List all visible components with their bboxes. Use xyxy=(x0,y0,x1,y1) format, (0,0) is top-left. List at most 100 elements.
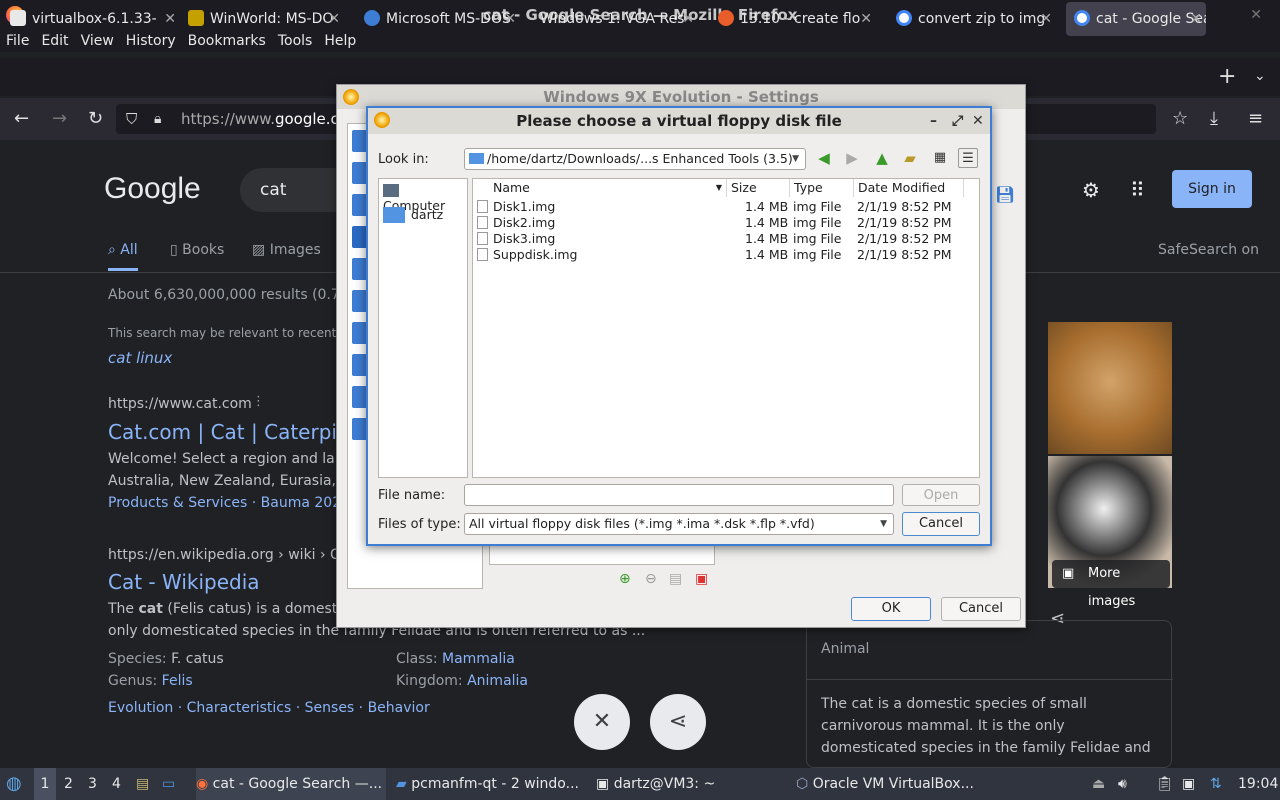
share-circle-button[interactable]: ⋖ xyxy=(650,694,706,750)
new-folder-icon[interactable]: ▰ xyxy=(900,148,920,168)
close-tab-icon[interactable]: ✕ xyxy=(328,2,340,36)
tab-microsoft-msdos[interactable]: Microsoft MS-DOS ✕ xyxy=(364,2,520,36)
close-icon[interactable]: ✕ xyxy=(972,108,984,134)
google-logo[interactable]: Google xyxy=(104,172,201,206)
more-options-icon[interactable]: ⋮ xyxy=(252,394,265,409)
parent-directory-icon[interactable]: ▲ xyxy=(872,148,892,168)
file-row[interactable]: Disk2.img 1.4 MB img File 2/1/19 8:52 PM xyxy=(473,215,979,231)
files-of-type-combo[interactable]: All virtual floppy disk files (*.img *.i… xyxy=(464,513,894,535)
close-tab-icon[interactable]: ✕ xyxy=(504,2,516,36)
fact-link[interactable]: Felis xyxy=(162,673,193,689)
close-window-icon[interactable]: ✕ xyxy=(1250,0,1262,30)
ok-button[interactable]: OK xyxy=(851,597,931,621)
place-home[interactable]: dartz xyxy=(383,207,443,223)
result2-sitelinks[interactable]: Evolution · Characteristics · Senses · B… xyxy=(108,700,430,716)
file-name-input[interactable] xyxy=(464,484,894,506)
knowledge-panel: Animal The cat is a domestic species of … xyxy=(806,620,1173,768)
bookmark-star-icon[interactable]: ☆ xyxy=(1172,108,1188,129)
reload-icon[interactable]: ↻ xyxy=(88,108,103,129)
result1-url[interactable]: https://www.cat.com xyxy=(108,396,252,412)
result1-sitelinks[interactable]: Products & Services · Bauma 202 xyxy=(108,495,341,511)
new-tab-button[interactable]: + xyxy=(1218,64,1236,89)
add-attachment-icon[interactable]: ⊕ xyxy=(619,571,631,587)
detail-view-icon[interactable]: ☰ xyxy=(958,148,978,168)
task-virtualbox[interactable]: ⬡ Oracle VM VirtualBox... xyxy=(796,768,996,800)
apps-grid-icon[interactable]: ⠿ xyxy=(1130,178,1145,202)
cancel-button[interactable]: Cancel xyxy=(941,597,1021,621)
task-terminal[interactable]: ▣ dartz@VM3: ~ xyxy=(596,768,786,800)
workspace-4[interactable]: 4 xyxy=(112,768,121,800)
sign-in-button[interactable]: Sign in xyxy=(1172,170,1252,208)
file-row[interactable]: Suppdisk.img 1.4 MB img File 2/1/19 8:52 PM xyxy=(473,247,979,263)
hamburger-menu-icon[interactable]: ≡ xyxy=(1248,108,1263,129)
forward-arrow-icon[interactable]: → xyxy=(52,108,67,129)
task-pcmanfm[interactable]: ▰ pcmanfm-qt - 2 windo... xyxy=(396,768,586,800)
workspace-3[interactable]: 3 xyxy=(88,768,97,800)
controller-icon[interactable]: ▤ xyxy=(669,571,682,587)
tab-virtualbox[interactable]: virtualbox-6.1.33- ✕ xyxy=(10,2,180,36)
back-arrow-icon[interactable]: ← xyxy=(14,108,29,129)
tab-windows1-vga[interactable]: Windows 1: VGA Res ✕ xyxy=(540,2,698,36)
remove-attachment-icon[interactable]: ⊖ xyxy=(645,571,657,587)
settings-gear-icon[interactable]: ⚙ xyxy=(1082,178,1100,202)
column-name[interactable]: Name ▼ xyxy=(473,179,727,197)
tab-create-floppy[interactable]: 13.10 - create flo ✕ xyxy=(718,2,876,36)
clock[interactable]: 19:04 xyxy=(1238,768,1278,800)
fact-link[interactable]: Animalia xyxy=(467,673,528,689)
start-menu-icon[interactable]: ◍ xyxy=(6,768,22,800)
close-tab-icon[interactable]: ✕ xyxy=(682,2,694,36)
tab-images[interactable]: ▨ Images xyxy=(252,242,321,258)
column-date-modified[interactable]: Date Modified xyxy=(854,179,964,197)
open-button[interactable]: Open xyxy=(902,484,980,506)
more-images-button[interactable]: ▣ More images xyxy=(1052,560,1170,609)
close-tab-icon[interactable]: ✕ xyxy=(164,2,176,36)
eject-icon[interactable]: ⏏ xyxy=(1092,768,1105,800)
network-icon[interactable]: ▣ xyxy=(1182,768,1195,800)
result2-url[interactable]: https://en.wikipedia.org › wiki › Ca xyxy=(108,547,348,563)
look-in-combo[interactable]: /home/dartz/Downloads/...s Enhanced Tool… xyxy=(464,148,806,170)
cat-image-1[interactable] xyxy=(1048,322,1172,454)
cancel-button[interactable]: Cancel xyxy=(902,512,980,536)
forward-icon[interactable]: ▶ xyxy=(842,148,862,168)
file-row[interactable]: Disk3.img 1.4 MB img File 2/1/19 8:52 PM xyxy=(473,231,979,247)
workspace-1[interactable]: 1 xyxy=(34,768,56,800)
tab-winworld[interactable]: WinWorld: MS-DO ✕ xyxy=(188,2,344,36)
result1-title[interactable]: Cat.com | Cat | Caterpill xyxy=(108,420,348,444)
close-tab-icon[interactable]: ✕ xyxy=(1040,2,1052,36)
back-icon[interactable]: ◀ xyxy=(814,148,834,168)
file-row[interactable]: Disk1.img 1.4 MB img File 2/1/19 8:52 PM xyxy=(473,199,979,215)
file-manager-icon[interactable]: ▤ xyxy=(136,768,149,800)
maximize-icon[interactable]: ⤢ xyxy=(952,108,963,134)
close-tab-icon[interactable]: ✕ xyxy=(860,2,872,36)
close-circle-button[interactable]: ✕ xyxy=(574,694,630,750)
icon-view-icon[interactable]: ▦ xyxy=(930,148,950,168)
minimize-icon[interactable]: – xyxy=(930,108,937,134)
task-firefox[interactable]: ◉ cat - Google Search —... xyxy=(196,768,386,800)
safesearch-status[interactable]: SafeSearch on xyxy=(1158,242,1259,258)
downloads-icon[interactable]: ⤓ xyxy=(1210,108,1218,129)
volume-icon[interactable]: 🔊︎ xyxy=(1118,768,1127,800)
updates-icon[interactable]: ⇅ xyxy=(1210,768,1222,800)
species-fact: Species: F. catus xyxy=(108,651,224,667)
relevant-link[interactable]: cat linux xyxy=(108,349,172,367)
file-date: 2/1/19 8:52 PM xyxy=(857,231,952,246)
terminal-icon: ▣ xyxy=(596,776,610,792)
list-tabs-icon[interactable]: ⌄ xyxy=(1254,68,1266,84)
lock-icon[interactable]: 🔒︎ xyxy=(154,104,161,134)
file-type: img File xyxy=(793,231,842,246)
tab-cat-google[interactable]: cat - Google Searc✕ xyxy=(1066,2,1206,36)
column-size[interactable]: Size xyxy=(727,179,790,197)
column-type[interactable]: Type xyxy=(790,179,854,197)
close-tab-icon[interactable]: ✕ xyxy=(1190,2,1202,36)
tab-convert-zip[interactable]: convert zip to img ✕ xyxy=(896,2,1056,36)
shield-icon[interactable]: ⛉ xyxy=(126,104,137,134)
tab-all[interactable]: ⌕ All xyxy=(108,242,138,271)
workspace-2[interactable]: 2 xyxy=(64,768,73,800)
fact-link[interactable]: Mammalia xyxy=(442,651,515,667)
result2-title[interactable]: Cat - Wikipedia xyxy=(108,570,260,594)
tab-books[interactable]: ▯ Books xyxy=(170,242,224,258)
clipboard-icon[interactable]: 📋︎ xyxy=(1156,768,1174,800)
remove-controller-icon[interactable]: ▣ xyxy=(695,571,708,587)
save-floppy-icon[interactable]: 💾︎ xyxy=(995,185,1015,204)
show-desktop-icon[interactable]: ▭ xyxy=(162,768,175,800)
